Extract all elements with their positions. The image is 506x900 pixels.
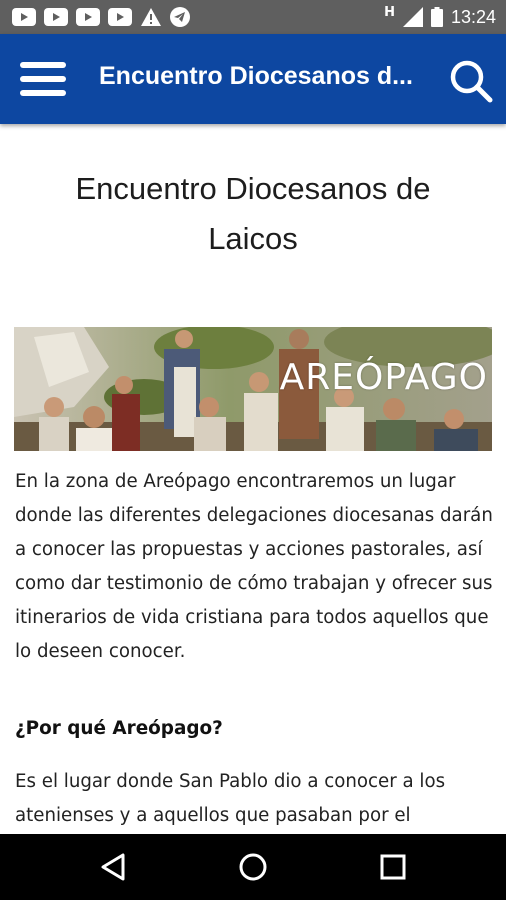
- home-icon: [239, 853, 267, 881]
- app-bar: Encuentro Diocesanos d...: [0, 34, 506, 124]
- notification-icons: [12, 7, 190, 27]
- section-heading: ¿Por qué Areópago?: [15, 718, 223, 739]
- signal-icon: [402, 7, 423, 27]
- back-icon: [101, 853, 125, 881]
- battery-icon: [430, 7, 443, 27]
- recents-icon: [380, 854, 406, 880]
- clock: 13:24: [450, 6, 496, 27]
- youtube-icon: [108, 8, 132, 26]
- search-button[interactable]: [448, 58, 494, 104]
- home-button[interactable]: [236, 850, 270, 884]
- search-icon: [450, 60, 493, 103]
- back-button[interactable]: [97, 850, 131, 884]
- banner-label: AREÓPAGO: [279, 357, 488, 398]
- navigation-bar: [0, 834, 506, 900]
- network-type-label: H: [384, 4, 395, 20]
- areopago-banner-image: AREÓPAGO: [14, 327, 492, 451]
- article-content[interactable]: Encuentro Diocesanos de Laicos AREÓPAGO …: [0, 124, 506, 834]
- paragraph-reason: Es el lugar donde San Pablo dio a conoce…: [15, 771, 446, 826]
- telegram-icon: [170, 7, 190, 27]
- youtube-icon: [12, 8, 36, 26]
- youtube-icon: [44, 8, 68, 26]
- menu-button[interactable]: [20, 62, 66, 98]
- page-title: Encuentro Diocesanos de Laicos: [75, 171, 431, 256]
- status-bar: H 13:24: [0, 0, 506, 34]
- app-bar-title: Encuentro Diocesanos d...: [99, 62, 413, 90]
- recents-button[interactable]: [376, 850, 410, 884]
- paragraph-intro: En la zona de Areópago encontraremos un …: [15, 471, 493, 662]
- youtube-icon: [76, 8, 100, 26]
- warning-icon: [141, 8, 161, 26]
- menu-icon: [20, 62, 66, 96]
